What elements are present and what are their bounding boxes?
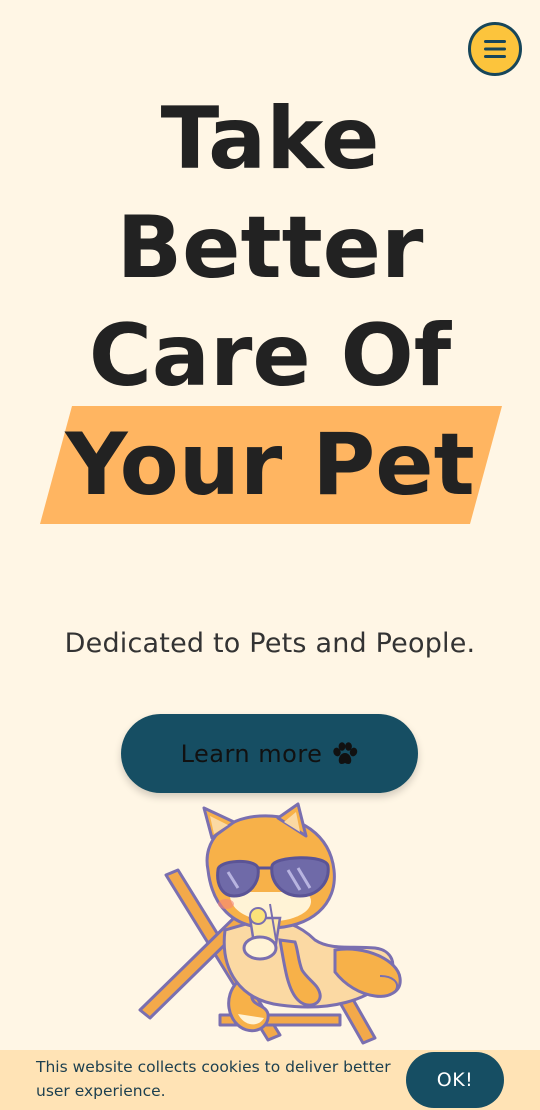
cookie-ok-button[interactable]: OK! — [406, 1052, 504, 1108]
hamburger-menu-icon — [484, 40, 506, 58]
headline-line-1: Take — [160, 89, 380, 189]
headline-line-4: Your Pet — [65, 415, 475, 515]
tagline: Dedicated to Pets and People. — [64, 628, 476, 659]
headline-line-2: Better — [116, 198, 424, 298]
paw-icon — [332, 741, 358, 766]
cookie-message: This website collects cookies to deliver… — [36, 1058, 391, 1100]
menu-button[interactable] — [468, 22, 522, 76]
learn-more-button[interactable]: Learn more — [121, 714, 418, 793]
shiba-dog-illustration — [138, 802, 402, 1045]
learn-more-label: Learn more — [180, 739, 323, 768]
headline-line-3: Care Of — [88, 306, 452, 406]
